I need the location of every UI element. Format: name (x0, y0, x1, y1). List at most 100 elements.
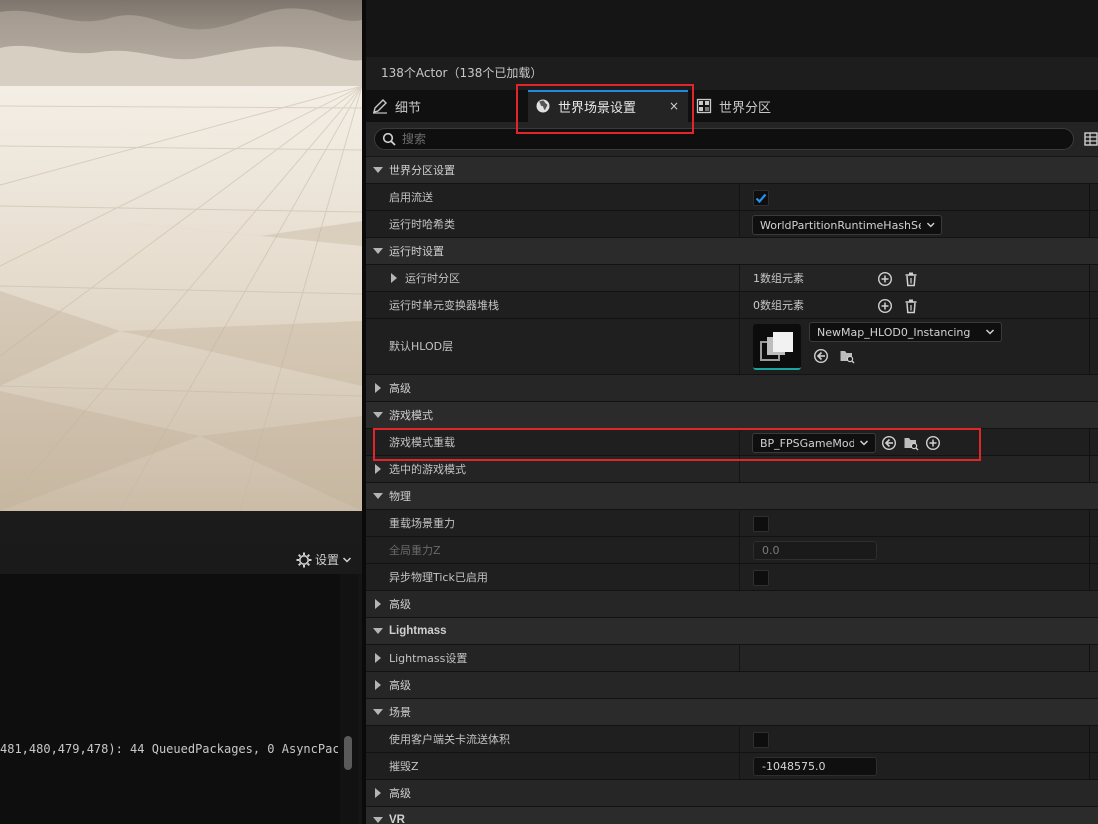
tab-details[interactable]: 细节 (372, 90, 492, 122)
collapse-arrow-icon[interactable] (373, 493, 383, 499)
property-label: 游戏模式重载 (389, 436, 455, 449)
collapse-arrow-icon[interactable] (373, 412, 383, 418)
collapse-arrow-icon[interactable] (373, 817, 383, 823)
runtime-hash-class-dropdown[interactable]: WorldPartitionRuntimeHashSet (752, 215, 942, 235)
property-runtime-cell-transformer-stack: 运行时单元变换器堆栈 0数组元素 (366, 292, 1098, 319)
grid-icon (696, 98, 712, 114)
enable-streaming-checkbox[interactable] (753, 190, 769, 206)
override-gravity-checkbox[interactable] (753, 516, 769, 532)
chevron-down-icon (926, 222, 935, 228)
property-override-gravity: 重载场景重力 (366, 510, 1098, 537)
property-list: 世界分区设置 启用流送 运行时哈希类 WorldPartitionRuntime… (366, 157, 1098, 824)
kill-z-field[interactable]: -1048575.0 (753, 757, 877, 776)
category-game-mode[interactable]: 游戏模式 (366, 402, 1098, 429)
search-box[interactable] (374, 128, 1074, 150)
add-element-icon[interactable] (877, 271, 893, 287)
property-default-hlod-layer: 默认HLOD层 NewMap_HLOD0_Instancing (366, 319, 1098, 375)
category-label: 运行时设置 (389, 245, 444, 258)
property-label: 启用流送 (389, 191, 433, 204)
category-physics[interactable]: 物理 (366, 483, 1098, 510)
expand-arrow-icon[interactable] (375, 680, 381, 690)
add-icon[interactable] (925, 435, 941, 451)
level-viewport[interactable] (0, 0, 362, 511)
log-line: 481,480,479,478): 44 QueuedPackages, 0 A… (0, 742, 338, 756)
category-world-advanced[interactable]: 高级 (366, 780, 1098, 807)
global-gravity-z-field[interactable]: 0.0 (753, 541, 877, 560)
expand-arrow-icon[interactable] (391, 273, 397, 283)
property-label: 全局重力Z (389, 544, 441, 557)
collapse-arrow-icon[interactable] (373, 167, 383, 173)
category-label: 游戏模式 (389, 409, 433, 422)
use-selected-icon[interactable] (813, 348, 829, 364)
log-scrollbar-thumb[interactable] (344, 736, 352, 770)
log-scrollbar[interactable] (340, 574, 358, 824)
log-header-strip (0, 511, 362, 545)
search-input[interactable] (402, 132, 1002, 146)
category-lightmass-advanced[interactable]: 高级 (366, 672, 1098, 699)
tab-world-partition[interactable]: 世界分区 (696, 90, 816, 122)
game-mode-override-dropdown[interactable]: BP_FPSGameMod (752, 433, 876, 453)
category-runtime-settings[interactable]: 运行时设置 (366, 238, 1098, 265)
expand-arrow-icon[interactable] (375, 788, 381, 798)
log-settings-button[interactable]: 设置 (296, 551, 352, 568)
property-label: 运行时哈希类 (389, 218, 455, 231)
hlod-layer-icon (760, 332, 793, 361)
property-label: 摧毁Z (389, 760, 419, 773)
expand-arrow-icon[interactable] (375, 383, 381, 393)
property-label: 异步物理Tick已启用 (389, 571, 488, 584)
output-log[interactable]: 481,480,479,478): 44 QueuedPackages, 0 A… (0, 574, 358, 824)
browse-folder-icon[interactable] (839, 348, 855, 364)
use-selected-icon[interactable] (881, 435, 897, 451)
category-lightmass[interactable]: Lightmass (366, 618, 1098, 645)
viewport-sky (0, 0, 362, 90)
tab-world-settings[interactable]: 世界场景设置 × (528, 90, 688, 122)
property-runtime-partitions: 运行时分区 1数组元素 (366, 265, 1098, 292)
property-label: 重载场景重力 (389, 517, 455, 530)
globe-icon (536, 99, 550, 113)
property-client-level-streaming: 使用客户端关卡流送体积 (366, 726, 1098, 753)
client-level-streaming-checkbox[interactable] (753, 732, 769, 748)
chevron-down-icon (859, 440, 869, 446)
category-label: 高级 (389, 598, 411, 611)
tab-details-label: 细节 (395, 100, 422, 116)
property-runtime-hash-class: 运行时哈希类 WorldPartitionRuntimeHashSet (366, 211, 1098, 238)
output-log-toolbar: 设置 (0, 545, 362, 574)
category-label: 高级 (389, 382, 411, 395)
hlod-layer-dropdown[interactable]: NewMap_HLOD0_Instancing (809, 322, 1002, 342)
category-world-partition[interactable]: 世界分区设置 (366, 157, 1098, 184)
category-world[interactable]: 场景 (366, 699, 1098, 726)
viewport-floor (0, 86, 362, 511)
property-kill-z: 摧毁Z -1048575.0 (366, 753, 1098, 780)
panel-top-area (366, 0, 1098, 57)
expand-arrow-icon[interactable] (375, 599, 381, 609)
async-physics-tick-checkbox[interactable] (753, 570, 769, 586)
actor-count-label: 138个Actor（138个已加载） (366, 57, 1098, 90)
add-element-icon[interactable] (877, 298, 893, 314)
category-physics-advanced[interactable]: 高级 (366, 591, 1098, 618)
browse-folder-icon[interactable] (903, 435, 919, 451)
category-runtime-advanced[interactable]: 高级 (366, 375, 1098, 402)
property-label: 默认HLOD层 (389, 340, 454, 353)
trash-icon[interactable] (903, 298, 919, 314)
collapse-arrow-icon[interactable] (373, 248, 383, 254)
dropdown-value: NewMap_HLOD0_Instancing (817, 325, 971, 339)
close-icon[interactable]: × (669, 99, 679, 113)
chevron-down-icon (985, 329, 995, 335)
collapse-arrow-icon[interactable] (373, 709, 383, 715)
category-label: 高级 (389, 679, 411, 692)
expand-arrow-icon[interactable] (375, 464, 381, 474)
expand-arrow-icon[interactable] (375, 653, 381, 663)
asset-thumbnail[interactable] (753, 324, 801, 370)
trash-icon[interactable] (903, 271, 919, 287)
checkmark-icon (755, 193, 767, 204)
table-view-icon[interactable] (1084, 132, 1098, 146)
chevron-down-icon (342, 556, 352, 563)
gear-icon (296, 552, 312, 567)
collapse-arrow-icon[interactable] (373, 628, 383, 634)
property-label: 运行时单元变换器堆栈 (389, 299, 499, 312)
property-global-gravity-z: 全局重力Z 0.0 (366, 537, 1098, 564)
category-vr[interactable]: VR (366, 807, 1098, 824)
tab-world-partition-label: 世界分区 (719, 100, 772, 116)
category-label: 物理 (389, 490, 411, 503)
search-icon (382, 132, 396, 146)
